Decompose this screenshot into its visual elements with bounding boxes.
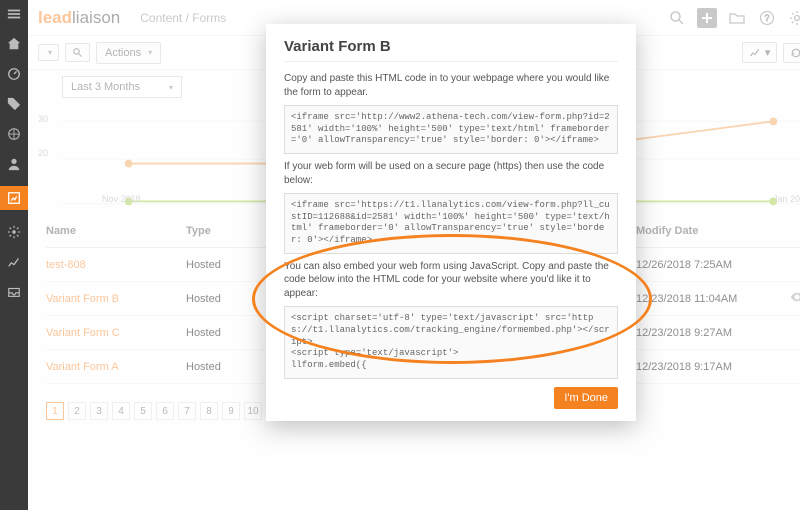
embed-code-iframe[interactable]: <iframe src='http://www2.athena-tech.com… [284, 105, 618, 154]
modal-title: Variant Form B [284, 38, 618, 62]
menu-icon[interactable] [6, 6, 22, 22]
embed-code-js[interactable]: <script charset='utf-8' type='text/javas… [284, 306, 618, 378]
modal-text-3: You can also embed your web form using J… [284, 260, 618, 301]
done-button[interactable]: I'm Done [554, 387, 618, 409]
tag-icon[interactable] [6, 96, 22, 112]
modal-overlay[interactable]: Variant Form B Copy and paste this HTML … [28, 0, 800, 510]
modal-text-1: Copy and paste this HTML code in to your… [284, 72, 618, 99]
left-sidebar [0, 0, 28, 510]
settings-icon[interactable] [6, 224, 22, 240]
embed-code-iframe-https[interactable]: <iframe src='https://t1.llanalytics.com/… [284, 193, 618, 254]
embed-code-modal: Variant Form B Copy and paste this HTML … [266, 24, 636, 421]
modal-text-2: If your web form will be used on a secur… [284, 160, 618, 187]
dashboard-icon[interactable] [6, 66, 22, 82]
home-icon[interactable] [6, 36, 22, 52]
main-area: leadliaison Content / Forms ? 53 Actions… [28, 0, 800, 510]
user-icon[interactable] [6, 156, 22, 172]
inbox-icon[interactable] [6, 284, 22, 300]
content-icon[interactable] [0, 186, 28, 210]
analytics-icon[interactable] [6, 254, 22, 270]
globe-icon[interactable] [6, 126, 22, 142]
